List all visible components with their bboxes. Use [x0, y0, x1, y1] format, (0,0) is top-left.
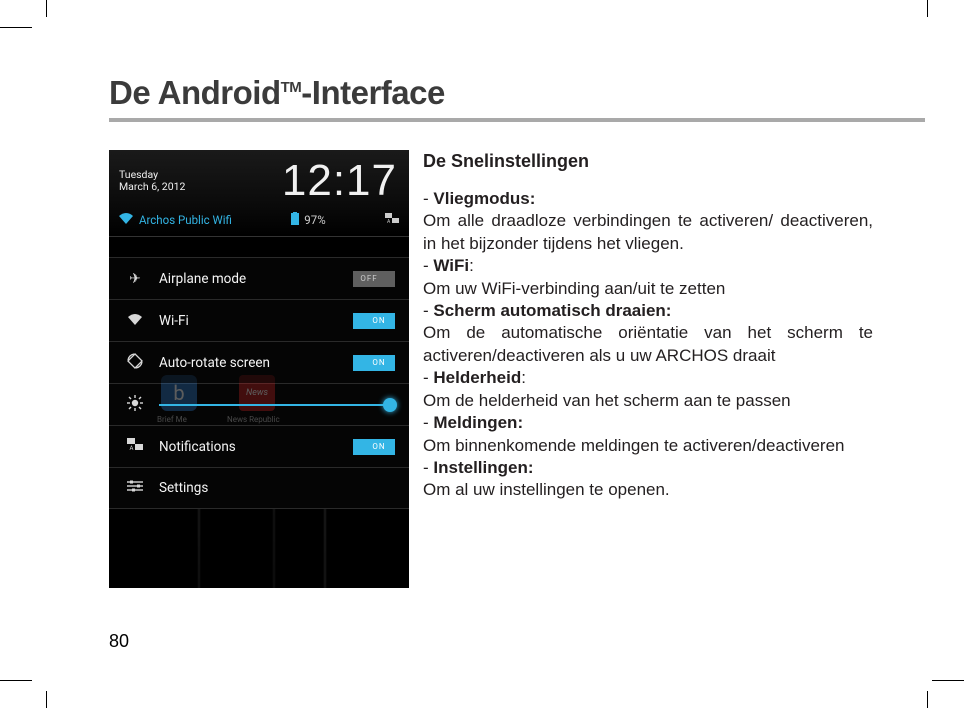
- brightness-slider[interactable]: [159, 404, 395, 406]
- qs-autorotate-row[interactable]: Auto-rotate screen ON: [109, 341, 409, 383]
- crop-mark: [927, 691, 928, 708]
- item-desc: Om al uw instellingen te openen.: [423, 479, 873, 501]
- android-screenshot: Tuesday March 6, 2012 12:17 Archos Publi…: [109, 150, 409, 588]
- crop-mark: [927, 0, 928, 17]
- qs-label: Settings: [147, 480, 395, 496]
- toggle-on[interactable]: ON: [353, 313, 395, 329]
- notifications-icon: A: [123, 438, 147, 455]
- item-desc: Om de helderheid van het scherm aan te p…: [423, 390, 873, 412]
- toggle-off[interactable]: OFF: [353, 271, 395, 287]
- trademark: TM: [281, 79, 302, 96]
- svg-text:A: A: [387, 219, 391, 224]
- qs-label: Notifications: [147, 439, 353, 455]
- title-suffix: -Interface: [301, 74, 445, 111]
- item-label: Helderheid: [433, 368, 521, 387]
- section-title: De Snelinstellingen: [423, 150, 873, 174]
- shot-date-line: March 6, 2012: [119, 181, 185, 193]
- crop-mark: [0, 680, 32, 681]
- item-desc: Om binnenkomende meldingen te activeren/…: [423, 435, 873, 457]
- item-desc: Om alle draadloze verbindingen te active…: [423, 210, 873, 255]
- brightness-icon: [123, 395, 147, 415]
- wifi-name: Archos Public Wifi: [139, 213, 232, 227]
- wifi-icon: [123, 313, 147, 329]
- qs-brightness-row[interactable]: [109, 383, 409, 425]
- svg-text:A: A: [130, 445, 134, 451]
- qs-settings-row[interactable]: Settings: [109, 467, 409, 509]
- item: - Instellingen:: [423, 457, 873, 479]
- wifi-status: Archos Public Wifi: [119, 213, 232, 227]
- item: - Meldingen:: [423, 412, 873, 434]
- toggle-on[interactable]: ON: [353, 355, 395, 371]
- settings-icon: [123, 479, 147, 497]
- qs-wifi-row[interactable]: Wi-Fi ON: [109, 299, 409, 341]
- item-label: Meldingen:: [433, 413, 523, 432]
- battery-icon: [291, 212, 299, 228]
- qs-label: Airplane mode: [147, 271, 353, 287]
- crop-mark: [46, 691, 47, 708]
- page: De AndroidTM-Interface Tuesday March 6, …: [47, 28, 927, 680]
- crop-mark: [0, 27, 32, 28]
- item: - Scherm automatisch draaien:: [423, 300, 873, 322]
- crop-mark: [932, 680, 964, 681]
- page-number: 80: [109, 631, 129, 652]
- item-label: Instellingen:: [433, 458, 533, 477]
- airplane-icon: ✈: [123, 271, 147, 287]
- status-bar: Archos Public Wifi 97% A: [109, 206, 409, 237]
- qs-label: Wi-Fi: [147, 313, 353, 329]
- qs-label: Auto-rotate screen: [147, 355, 353, 371]
- item: - WiFi:: [423, 255, 873, 277]
- item: - Vliegmodus:: [423, 188, 873, 210]
- shot-date: Tuesday March 6, 2012: [119, 169, 185, 192]
- quick-settings: b News Brief Me News Republic ✈ Airplane…: [109, 237, 409, 509]
- item: - Helderheid:: [423, 367, 873, 389]
- qs-notifications-row[interactable]: A Notifications ON: [109, 425, 409, 467]
- item-label: Vliegmodus:: [433, 189, 535, 208]
- item-label: Scherm automatisch draaien:: [433, 301, 671, 320]
- shot-header: Tuesday March 6, 2012 12:17: [109, 150, 409, 206]
- page-title: De AndroidTM-Interface: [109, 74, 927, 112]
- title-prefix: De Android: [109, 74, 281, 111]
- qs-airplane-row[interactable]: ✈ Airplane mode OFF: [109, 257, 409, 299]
- item-suffix: :: [521, 368, 526, 387]
- crop-mark: [46, 0, 47, 17]
- clock: 12:17: [282, 156, 403, 206]
- item-desc: Om de automatische oriëntatie van het sc…: [423, 322, 873, 367]
- notification-toggle-icon: A: [385, 213, 399, 227]
- content-row: Tuesday March 6, 2012 12:17 Archos Publi…: [109, 150, 927, 588]
- item-desc: Om uw WiFi-verbinding aan/uit te zetten: [423, 278, 873, 300]
- toggle-on[interactable]: ON: [353, 439, 395, 455]
- title-rule: [109, 118, 925, 122]
- autorotate-icon: [123, 353, 147, 373]
- battery-status: 97%: [291, 212, 325, 228]
- item-label: WiFi: [433, 256, 469, 275]
- text-column: De Snelinstellingen - Vliegmodus: Om all…: [423, 150, 873, 588]
- battery-pct: 97%: [304, 213, 325, 227]
- item-suffix: :: [469, 256, 474, 275]
- wifi-icon: [119, 213, 133, 227]
- slider-thumb[interactable]: [383, 398, 397, 412]
